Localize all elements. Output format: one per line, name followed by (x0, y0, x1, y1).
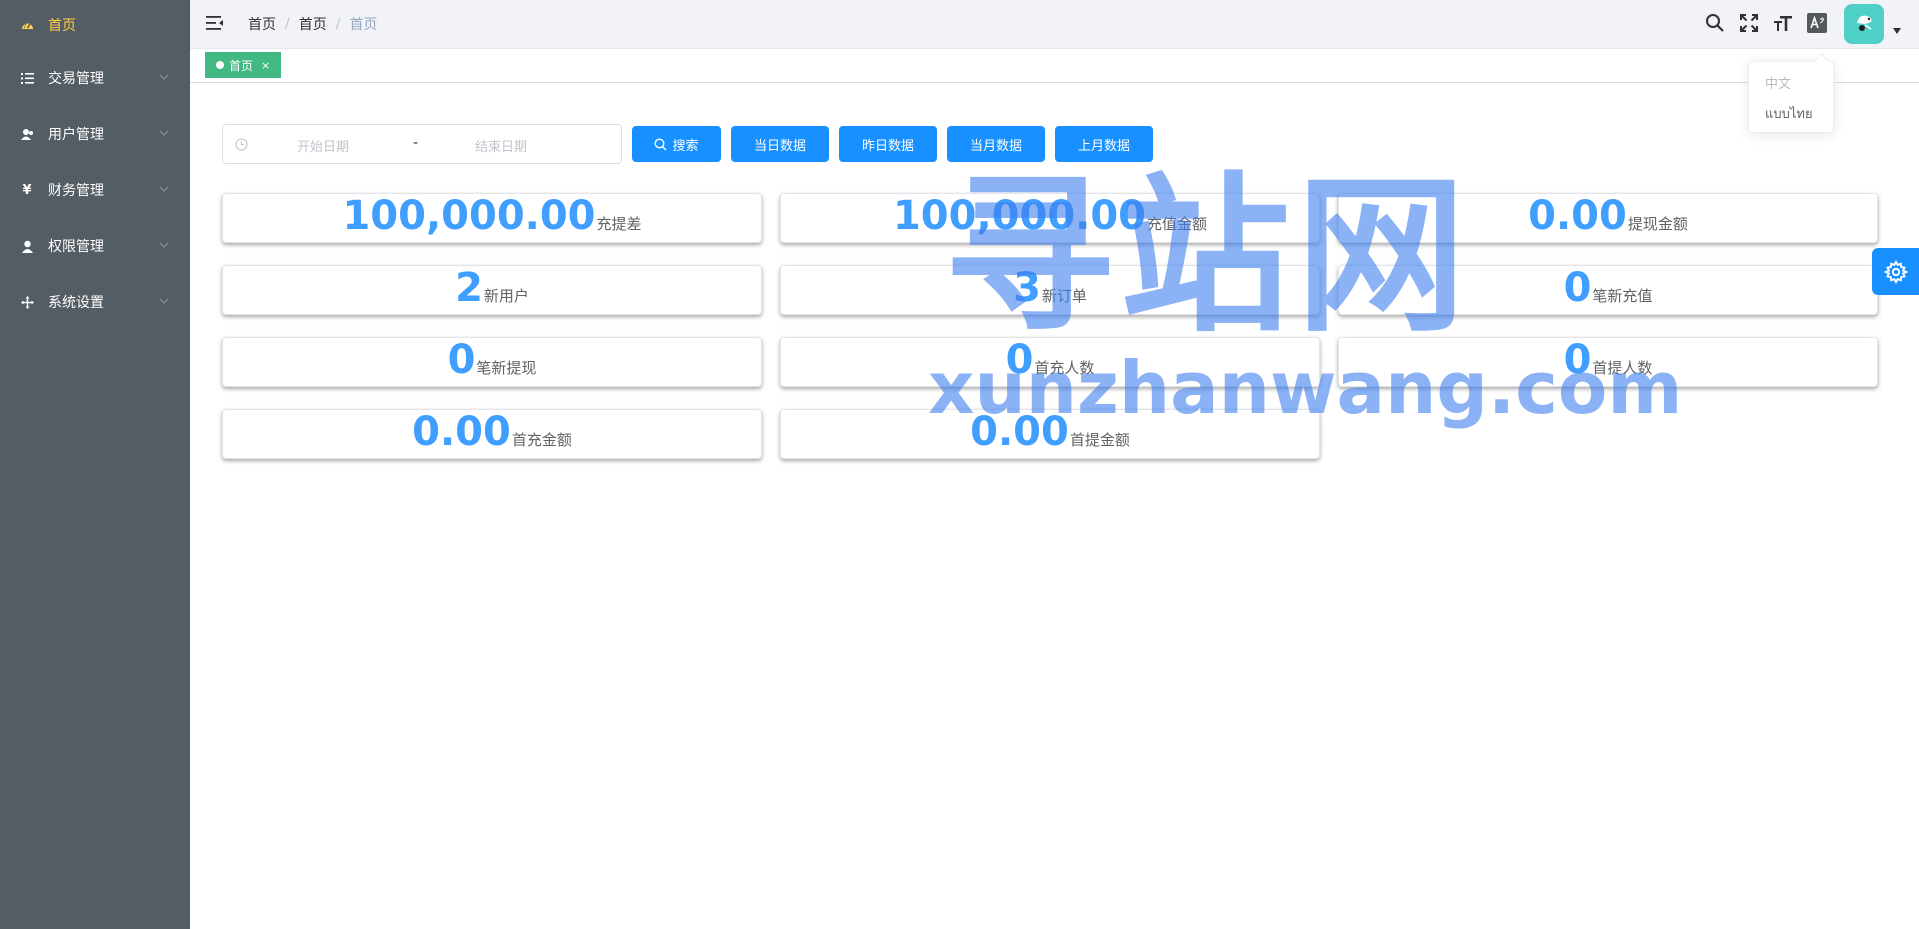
stat-label: 提现金额 (1627, 215, 1688, 233)
this-month-data-button[interactable]: 当月数据 (947, 126, 1045, 162)
font-size-icon[interactable] (1772, 12, 1794, 34)
tag-label: 首页 (229, 58, 254, 73)
list-icon (20, 71, 34, 85)
breadcrumb-item[interactable]: 首页 (248, 14, 276, 34)
user-group-icon (20, 127, 34, 141)
stat-value: 0.00 (412, 409, 511, 455)
translate-icon[interactable] (1806, 12, 1828, 34)
stat-label: 充提差 (596, 215, 642, 233)
stat-label: 充值金额 (1147, 215, 1208, 233)
stat-card-first-recharge-amount: 0.00 首充金额 (222, 409, 762, 459)
end-date-input[interactable]: 结束日期 (475, 136, 527, 155)
active-dot (216, 61, 224, 69)
stat-value: 0 (1563, 337, 1592, 383)
sidebar-item-label: 首页 (48, 18, 76, 34)
sidebar-item-label: 权限管理 (48, 239, 104, 255)
stat-value: 100,000.00 (342, 193, 596, 239)
stat-card-first-withdraw-amount: 0.00 首提金额 (780, 409, 1320, 459)
sidebar-item-settings[interactable]: 系统设置 (0, 274, 190, 330)
stat-card-recharge-withdraw-diff: 100,000.00 充提差 (222, 193, 762, 243)
sidebar-item-trade[interactable]: 交易管理 (0, 50, 190, 106)
search-icon[interactable] (1704, 12, 1726, 34)
sidebar-item-home[interactable]: 首页 (0, 0, 190, 50)
stat-value: 0 (447, 337, 476, 383)
sidebar-item-finance[interactable]: ¥ 财务管理 (0, 162, 190, 218)
stat-label: 首提人数 (1592, 359, 1653, 377)
stat-card-first-withdraw-count: 0 首提人数 (1338, 337, 1878, 387)
stat-label: 笔新充值 (1592, 287, 1653, 305)
chevron-down-icon (159, 130, 169, 136)
range-separator: - (413, 135, 419, 151)
tags-view-bar: 首页 × (190, 49, 1919, 83)
stat-card-new-orders: 3 新订单 (780, 265, 1320, 315)
chevron-down-icon (159, 186, 169, 192)
search-button[interactable]: 搜索 (632, 126, 721, 162)
stat-card-withdraw-amount: 0.00 提现金额 (1338, 193, 1878, 243)
stat-card-new-withdrawals: 0 笔新提现 (222, 337, 762, 387)
stat-label: 新订单 (1041, 287, 1087, 305)
chevron-down-icon (159, 74, 169, 80)
stat-card-first-recharge-count: 0 首充人数 (780, 337, 1320, 387)
stat-label: 首充金额 (511, 431, 572, 449)
sidebar-item-label: 系统设置 (48, 295, 104, 311)
stat-label: 首提金额 (1069, 431, 1130, 449)
user-avatar[interactable] (1844, 4, 1884, 44)
search-icon (654, 137, 667, 150)
start-date-input[interactable]: 开始日期 (297, 136, 349, 155)
stat-label: 笔新提现 (476, 359, 537, 377)
language-dropdown: 中文 แบบไทย (1748, 61, 1834, 133)
last-month-data-button[interactable]: 上月数据 (1055, 126, 1153, 162)
sidebar-item-users[interactable]: 用户管理 (0, 106, 190, 162)
stat-value: 0.00 (1528, 193, 1627, 239)
stat-card-new-recharges: 0 笔新充值 (1338, 265, 1878, 315)
stat-value: 100,000.00 (892, 193, 1147, 239)
sidebar-item-label: 用户管理 (48, 127, 104, 143)
stat-value: 0 (1005, 337, 1034, 383)
breadcrumb-item[interactable]: 首页 (299, 14, 327, 34)
clock-icon (235, 138, 248, 151)
language-option-chinese: 中文 (1765, 77, 1792, 92)
stat-label: 首充人数 (1034, 359, 1095, 377)
stat-value: 0.00 (970, 409, 1069, 455)
yen-icon: ¥ (22, 182, 32, 198)
stat-label: 新用户 (483, 287, 529, 305)
stat-card-new-users: 2 新用户 (222, 265, 762, 315)
chevron-down-icon (159, 298, 169, 304)
date-range-picker[interactable]: 开始日期 - 结束日期 (222, 124, 622, 164)
dashboard-icon (20, 18, 34, 32)
yesterday-data-button[interactable]: 昨日数据 (839, 126, 937, 162)
today-data-button[interactable]: 当日数据 (731, 126, 829, 162)
breadcrumb: 首页 / 首页 / 首页 (248, 14, 378, 34)
move-icon (20, 295, 34, 309)
stat-value: 3 (1013, 265, 1041, 311)
search-button-label: 搜索 (672, 138, 699, 154)
caret-down-icon[interactable] (1893, 28, 1901, 34)
language-option-thai[interactable]: แบบไทย (1749, 100, 1833, 130)
tag-home[interactable]: 首页 × (205, 52, 282, 78)
gear-icon (1883, 259, 1908, 284)
sidebar-item-label: 财务管理 (48, 183, 104, 199)
sidebar: 首页 交易管理 用户管理 ¥ 财务管理 权限管理 系统设置 (0, 0, 190, 929)
stat-value: 0 (1563, 265, 1592, 311)
settings-panel-button[interactable] (1872, 248, 1919, 295)
fullscreen-icon[interactable] (1738, 12, 1760, 34)
menu-fold-icon[interactable] (206, 14, 224, 32)
chevron-down-icon (159, 242, 169, 248)
stat-card-recharge-amount: 100,000.00 充值金额 (780, 193, 1320, 243)
sidebar-item-permissions[interactable]: 权限管理 (0, 218, 190, 274)
sidebar-item-label: 交易管理 (48, 71, 104, 87)
top-navbar: 首页 / 首页 / 首页 (190, 0, 1919, 49)
stat-value: 2 (455, 265, 483, 311)
breadcrumb-item-current: 首页 (349, 17, 378, 33)
close-icon[interactable]: × (261, 59, 270, 72)
user-icon (20, 239, 34, 253)
